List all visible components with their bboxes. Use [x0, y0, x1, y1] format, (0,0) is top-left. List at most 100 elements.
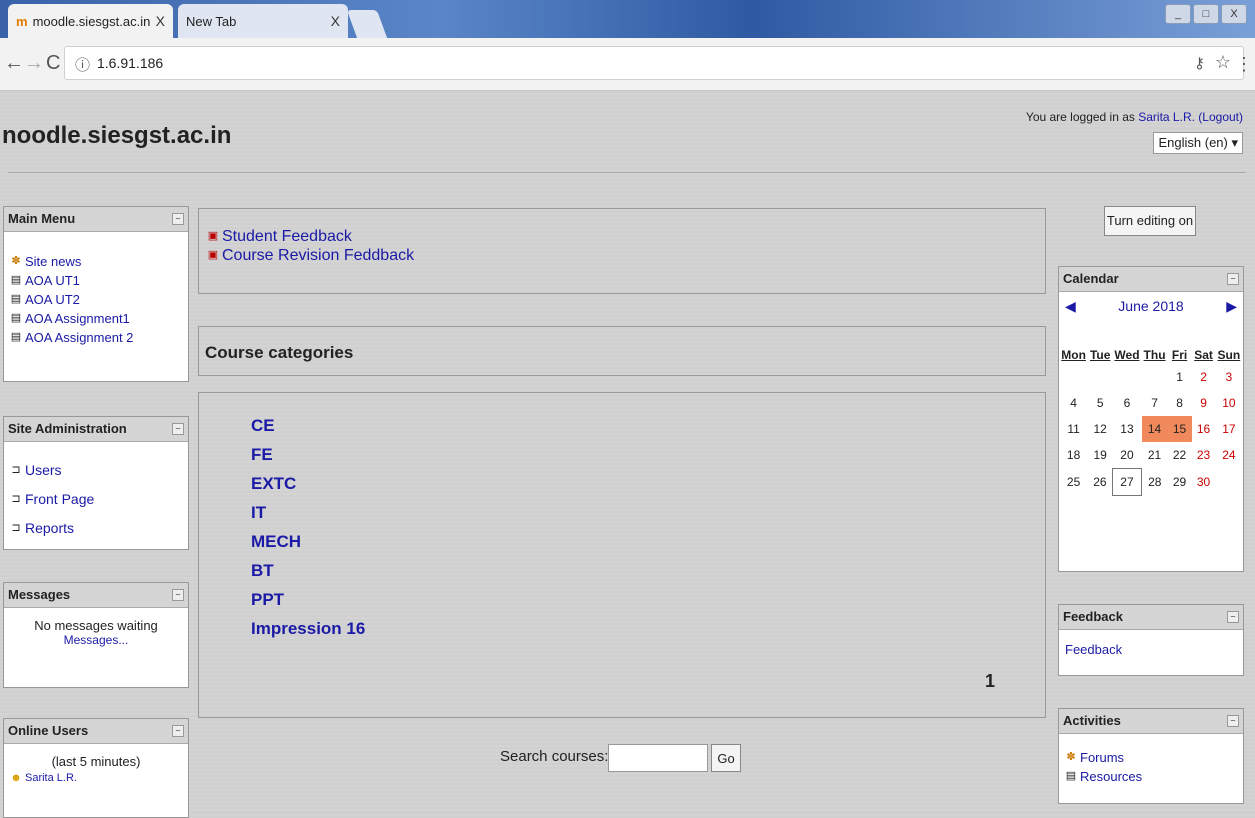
- search-go-button[interactable]: Go: [711, 744, 741, 772]
- category-mech[interactable]: MECH: [251, 527, 365, 556]
- calendar-day[interactable]: 3: [1216, 364, 1243, 390]
- calendar-day[interactable]: 20: [1112, 442, 1141, 469]
- category-ce[interactable]: CE: [251, 411, 365, 440]
- activity-label[interactable]: Forums: [1080, 748, 1124, 767]
- next-month-icon[interactable]: ▶: [1226, 298, 1237, 315]
- collapse-icon[interactable]: –: [172, 725, 184, 737]
- logout-link[interactable]: (Logout): [1198, 110, 1243, 124]
- language-select[interactable]: English (en) ▾: [1153, 132, 1243, 154]
- collapse-icon[interactable]: –: [172, 213, 184, 225]
- calendar-day[interactable]: 27: [1111, 468, 1143, 496]
- activity-resources[interactable]: ▤ Resources: [1065, 767, 1237, 786]
- calendar-day[interactable]: 21: [1142, 442, 1168, 469]
- turn-editing-on-button[interactable]: Turn editing on: [1104, 206, 1196, 236]
- admin-item-reports[interactable]: ⊐ Reports: [10, 514, 182, 543]
- calendar-day[interactable]: 22: [1168, 442, 1192, 469]
- admin-item-front-page[interactable]: ⊐ Front Page: [10, 485, 182, 514]
- online-user-name[interactable]: Sarita L.R.: [25, 769, 77, 788]
- menu-item-site-news[interactable]: ✽ Site news: [10, 252, 182, 271]
- calendar-day[interactable]: 11: [1059, 416, 1088, 442]
- category-ppt[interactable]: PPT: [251, 585, 365, 614]
- menu-item-label[interactable]: AOA Assignment 2: [25, 328, 133, 347]
- category-it[interactable]: IT: [251, 498, 365, 527]
- calendar-day[interactable]: 23: [1192, 442, 1216, 469]
- menu-item-aoa-assignment1[interactable]: ▤ AOA Assignment1: [10, 309, 182, 328]
- login-prefix: You are logged in as: [1025, 110, 1135, 124]
- info-icon[interactable]: ⓘ: [75, 54, 90, 75]
- feedback-link-student[interactable]: ▣ Student Feedback: [207, 227, 414, 246]
- tab-new-tab[interactable]: New Tab X: [178, 4, 348, 38]
- feedback-link-course-revision[interactable]: ▣ Course Revision Feddback: [207, 246, 414, 265]
- calendar-day[interactable]: 6: [1112, 390, 1141, 416]
- category-fe[interactable]: FE: [251, 440, 365, 469]
- maximize-icon[interactable]: □: [1193, 4, 1219, 24]
- collapse-icon[interactable]: –: [1227, 611, 1239, 623]
- category-extc[interactable]: EXTC: [251, 469, 365, 498]
- feedback-link[interactable]: Feedback: [1065, 642, 1122, 657]
- search-courses-input[interactable]: [608, 744, 708, 772]
- calendar-day[interactable]: 7: [1142, 390, 1168, 416]
- weekday-header: Sun: [1217, 348, 1241, 362]
- new-tab-button[interactable]: [346, 10, 388, 38]
- calendar-day[interactable]: 5: [1088, 390, 1113, 416]
- calendar-day[interactable]: 30: [1192, 469, 1216, 496]
- reload-icon[interactable]: C: [46, 52, 60, 75]
- category-bt[interactable]: BT: [251, 556, 365, 585]
- admin-item-label[interactable]: Reports: [25, 514, 74, 543]
- menu-item-label[interactable]: AOA UT1: [25, 271, 80, 290]
- calendar-day[interactable]: 25: [1059, 469, 1088, 496]
- calendar-day[interactable]: 29: [1168, 469, 1192, 496]
- admin-item-label[interactable]: Users: [25, 456, 62, 485]
- calendar-day[interactable]: 9: [1192, 390, 1216, 416]
- menu-item-label[interactable]: AOA Assignment1: [25, 309, 130, 328]
- tab-moodle[interactable]: m moodle.siesgst.ac.in X: [8, 4, 173, 38]
- calendar-day[interactable]: 1: [1168, 364, 1192, 390]
- menu-icon[interactable]: ⋮: [1235, 54, 1253, 75]
- calendar-month[interactable]: June 2018: [1059, 298, 1243, 314]
- activity-forums[interactable]: ✽ Forums: [1065, 748, 1237, 767]
- collapse-icon[interactable]: –: [172, 589, 184, 601]
- activity-label[interactable]: Resources: [1080, 767, 1142, 786]
- forward-icon[interactable]: →: [24, 52, 44, 75]
- admin-item-users[interactable]: ⊐ Users: [10, 456, 182, 485]
- messages-link[interactable]: Messages...: [10, 633, 182, 647]
- user-link[interactable]: Sarita L.R.: [1138, 110, 1195, 124]
- calendar-day[interactable]: 16: [1192, 416, 1216, 442]
- feedback-link-label[interactable]: Student Feedback: [222, 227, 352, 246]
- calendar-day[interactable]: 8: [1168, 390, 1192, 416]
- url-field[interactable]: ⓘ 1.6.91.186 ⚷ ☆: [64, 46, 1244, 80]
- pdf-icon: ▣: [207, 249, 219, 261]
- collapse-icon[interactable]: –: [1227, 273, 1239, 285]
- menu-item-aoa-assignment2[interactable]: ▤ AOA Assignment 2: [10, 328, 182, 347]
- calendar-day[interactable]: 18: [1059, 442, 1088, 469]
- close-tab-icon[interactable]: X: [156, 13, 165, 29]
- calendar-day[interactable]: 14: [1141, 416, 1168, 442]
- back-icon[interactable]: ←: [4, 52, 24, 75]
- menu-item-label[interactable]: Site news: [25, 252, 81, 271]
- calendar-day[interactable]: 24: [1216, 442, 1243, 469]
- calendar-day[interactable]: 4: [1059, 390, 1088, 416]
- feedback-link-label[interactable]: Course Revision Feddback: [222, 246, 414, 265]
- calendar-day[interactable]: 12: [1088, 416, 1113, 442]
- online-user-item[interactable]: ☻ Sarita L.R.: [10, 769, 182, 788]
- menu-item-aoa-ut2[interactable]: ▤ AOA UT2: [10, 290, 182, 309]
- menu-item-label[interactable]: AOA UT2: [25, 290, 80, 309]
- calendar-day[interactable]: 15: [1167, 416, 1192, 442]
- calendar-day[interactable]: 19: [1088, 442, 1113, 469]
- key-icon[interactable]: ⚷: [1194, 54, 1205, 72]
- menu-item-aoa-ut1[interactable]: ▤ AOA UT1: [10, 271, 182, 290]
- admin-item-label[interactable]: Front Page: [25, 485, 94, 514]
- collapse-icon[interactable]: –: [172, 423, 184, 435]
- calendar-day[interactable]: 2: [1192, 364, 1216, 390]
- bookmark-star-icon[interactable]: ☆: [1215, 52, 1231, 73]
- minimize-icon[interactable]: _: [1165, 4, 1191, 24]
- category-impression-16[interactable]: Impression 16: [251, 614, 365, 643]
- calendar-day[interactable]: 17: [1216, 416, 1243, 442]
- calendar-day[interactable]: 10: [1216, 390, 1243, 416]
- calendar-day[interactable]: 28: [1142, 469, 1168, 496]
- calendar-day[interactable]: 26: [1088, 469, 1113, 496]
- collapse-icon[interactable]: –: [1227, 715, 1239, 727]
- calendar-day[interactable]: 13: [1112, 416, 1141, 442]
- window-close-icon[interactable]: X: [1221, 4, 1247, 24]
- close-tab-icon[interactable]: X: [331, 13, 340, 29]
